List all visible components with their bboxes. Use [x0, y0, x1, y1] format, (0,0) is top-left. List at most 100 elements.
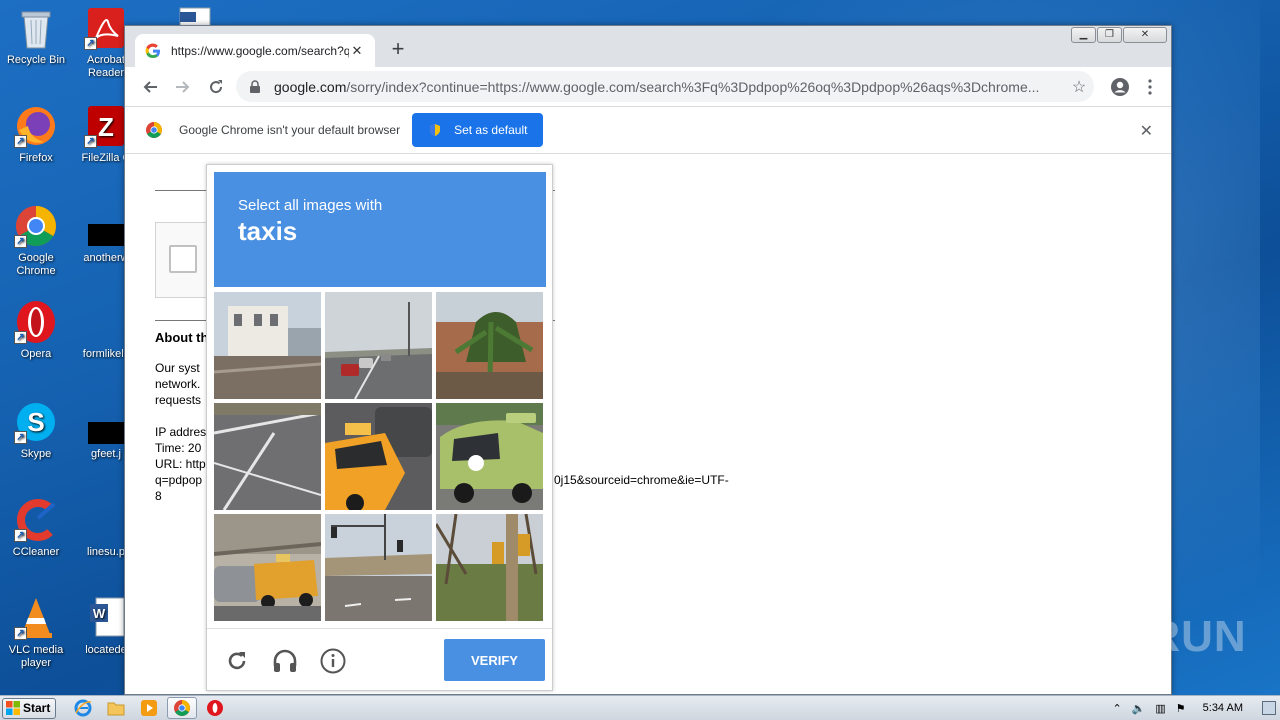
tab-close-icon[interactable]: ✕ [349, 43, 365, 59]
default-browser-infobar: Google Chrome isn't your default browser… [125, 106, 1171, 154]
file-icon [84, 400, 128, 444]
tab-title: https://www.google.com/search?q= [171, 43, 349, 58]
street-photo [436, 403, 543, 510]
taskbar-chrome[interactable] [167, 697, 197, 719]
captcha-tile[interactable] [325, 514, 432, 621]
desktop-icon-label: Google Chrome [16, 252, 56, 277]
captcha-audio-button[interactable] [271, 647, 299, 675]
address-bar[interactable]: google.com/sorry/index?continue=https://… [236, 71, 1094, 102]
toolbar-right [1105, 72, 1165, 102]
system-tray: ⌃ 🔈 ▥ ⚑ 5:34 AM [1107, 696, 1280, 720]
ccleaner-icon: ↗ [14, 498, 58, 542]
taskbar-ie[interactable] [68, 697, 98, 719]
media-player-icon [141, 700, 157, 716]
desktop-icon-ccleaner[interactable]: ↗ CCleaner [0, 498, 72, 559]
shortcut-arrow-icon: ↗ [14, 135, 27, 148]
taskbar-opera[interactable] [200, 697, 230, 719]
anyrun-watermark: ANY RUN [1040, 612, 1247, 661]
captcha-target: taxis [238, 216, 298, 246]
start-button[interactable]: Start [2, 697, 56, 719]
set-default-button[interactable]: Set as default [412, 113, 544, 147]
captcha-tile[interactable] [325, 292, 432, 399]
captcha-info-button[interactable] [319, 647, 347, 675]
desktop-icon-recycle-bin[interactable]: Recycle Bin [0, 6, 72, 67]
account-icon [1111, 78, 1129, 96]
desktop-icon-firefox[interactable]: ↗ Firefox [0, 104, 72, 165]
street-photo [214, 292, 321, 399]
file-icon [84, 498, 128, 542]
captcha-tile[interactable] [214, 514, 321, 621]
filezilla-icon: Z ↗ [84, 104, 128, 148]
internet-explorer-icon [74, 699, 92, 717]
taskbar: Start ⌃ 🔈 ▥ ⚑ 5:34 AM [0, 695, 1280, 720]
browser-tab[interactable]: https://www.google.com/search?q= ✕ [135, 34, 375, 67]
profile-button[interactable] [1105, 72, 1135, 102]
url-text: google.com/sorry/index?continue=https://… [274, 79, 1064, 95]
desktop-icon-skype[interactable]: S ↗ Skype [0, 400, 72, 461]
menu-button[interactable] [1135, 72, 1165, 102]
taskbar-media-player[interactable] [134, 697, 164, 719]
street-photo [325, 292, 432, 399]
folder-icon [107, 702, 125, 716]
about-heading: About th [155, 330, 209, 345]
paragraph-line: Our syst [155, 361, 200, 375]
lock-icon [250, 79, 260, 93]
title-bar: https://www.google.com/search?q= ✕ + ▁ ❐… [125, 26, 1171, 67]
captcha-challenge: Select all images with taxis VERIFY [206, 164, 553, 691]
recaptcha-checkbox[interactable] [169, 245, 197, 273]
captcha-tile[interactable] [325, 403, 432, 510]
captcha-tile[interactable] [436, 514, 543, 621]
desktop-icon-google-chrome[interactable]: ↗ Google Chrome [0, 204, 72, 278]
infobar-close-icon[interactable]: ✕ [1140, 121, 1153, 141]
url-line: q=pdpop [155, 473, 203, 487]
chrome-icon [146, 122, 162, 138]
captcha-reload-button[interactable] [223, 647, 251, 675]
shortcut-arrow-icon: ↗ [84, 135, 97, 148]
shortcut-arrow-icon: ↗ [14, 235, 27, 248]
desktop-icon-label: Skype [20, 448, 52, 460]
file-icon [84, 300, 128, 344]
time-line: Time: 20 [155, 441, 202, 455]
set-default-label: Set as default [454, 123, 528, 137]
network-icon[interactable]: ▥ [1155, 702, 1165, 715]
shortcut-arrow-icon: ↗ [14, 627, 27, 640]
back-button[interactable] [135, 72, 165, 102]
captcha-instruction: Select all images with [238, 197, 383, 214]
shortcut-arrow-icon: ↗ [84, 37, 97, 50]
new-tab-button[interactable]: + [387, 38, 409, 61]
volume-icon[interactable]: 🔈 [1132, 702, 1146, 715]
headphones-icon [273, 649, 297, 672]
maximize-button[interactable]: ❐ [1097, 27, 1122, 43]
skype-icon: S ↗ [14, 400, 58, 444]
action-center-flag-icon[interactable]: ⚑ [1176, 702, 1186, 715]
paragraph-line: requests [155, 393, 202, 407]
captcha-header: Select all images with taxis [214, 172, 546, 287]
forward-button[interactable] [168, 72, 198, 102]
reload-button[interactable] [201, 72, 231, 102]
show-desktop-button[interactable] [1262, 701, 1276, 715]
reload-icon [210, 79, 223, 93]
verify-button[interactable]: VERIFY [444, 639, 545, 681]
captcha-image-grid [214, 292, 546, 624]
clock[interactable]: 5:34 AM [1203, 702, 1243, 714]
street-photo [214, 403, 321, 510]
desktop-icon-vlc[interactable]: ↗ VLC media player [0, 596, 72, 670]
window-close-button[interactable]: ✕ [1123, 27, 1167, 43]
desktop-icon-label: Firefox [19, 152, 53, 164]
infobar-message: Google Chrome isn't your default browser [179, 123, 401, 137]
opera-icon: ↗ [14, 300, 58, 344]
street-photo [325, 403, 432, 510]
street-photo [214, 514, 321, 621]
desktop-icon-label: VLC media player [8, 644, 64, 669]
url-line: URL: http [155, 457, 206, 471]
captcha-tile[interactable] [214, 403, 321, 510]
minimize-button[interactable]: ▁ [1071, 27, 1096, 43]
captcha-tile[interactable] [436, 292, 543, 399]
tray-expand-icon[interactable]: ⌃ [1112, 702, 1121, 715]
bookmark-star-icon[interactable]: ☆ [1064, 77, 1094, 97]
forward-arrow-icon [176, 80, 190, 93]
taskbar-explorer[interactable] [101, 697, 131, 719]
desktop-icon-opera[interactable]: ↗ Opera [0, 300, 72, 361]
captcha-tile[interactable] [214, 292, 321, 399]
captcha-tile[interactable] [436, 403, 543, 510]
